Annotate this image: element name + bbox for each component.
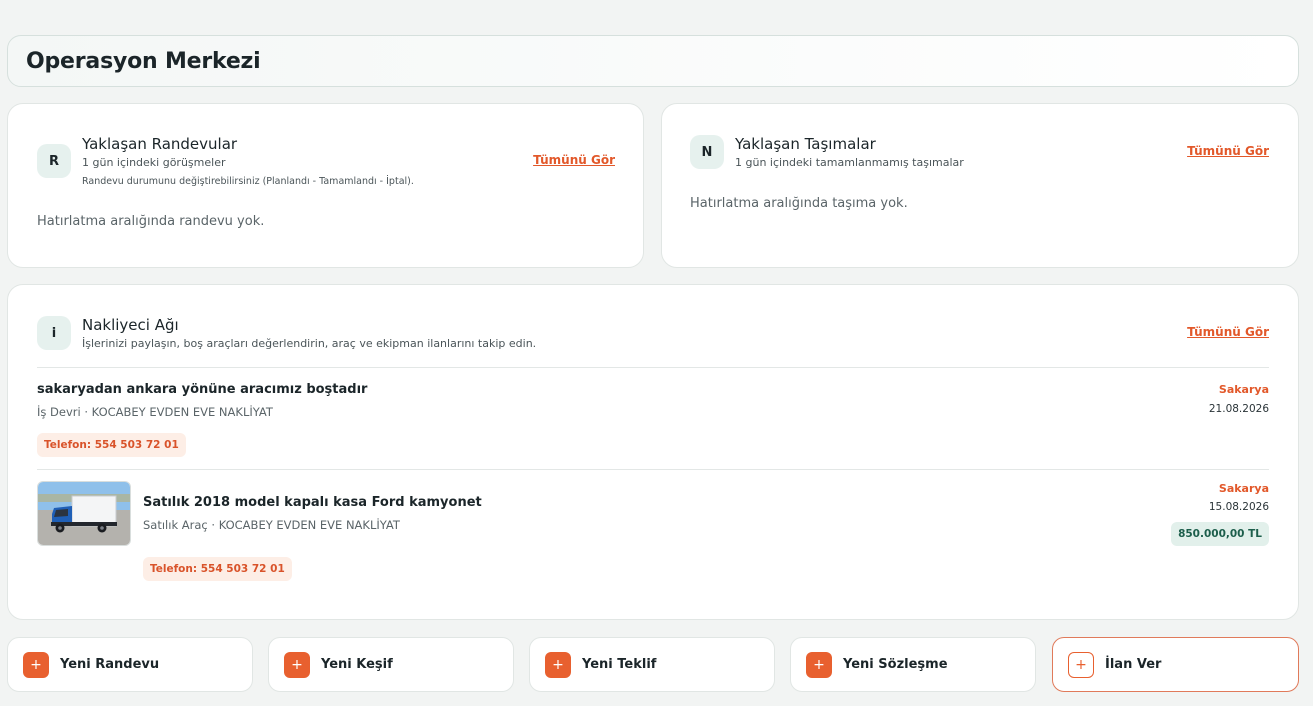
action-label: Yeni Teklif: [582, 657, 657, 672]
appointments-see-all-link[interactable]: Tümünü Gör: [533, 153, 615, 167]
appointments-subtitle: 1 gün içindeki görüşmeler: [82, 156, 226, 169]
network-card: i Nakliyeci Ağı İşlerinizi paylaşın, boş…: [7, 284, 1299, 620]
post-date: 21.08.2026: [1208, 403, 1269, 415]
network-badge: i: [37, 316, 71, 350]
network-see-all-link[interactable]: Tümünü Gör: [1187, 325, 1269, 339]
post-meta: İş Devri · KOCABEY EVDEN EVE NAKLİYAT: [37, 405, 273, 419]
appointments-card: R Yaklaşan Randevular 1 gün içindeki gör…: [7, 103, 644, 268]
phone-badge[interactable]: Telefon: 554 503 72 01: [143, 557, 292, 581]
shipments-badge: N: [690, 135, 724, 169]
phone-badge[interactable]: Telefon: 554 503 72 01: [37, 433, 186, 457]
new-survey-button[interactable]: + Yeni Keşif: [268, 637, 514, 692]
appointments-badge: R: [37, 144, 71, 178]
post-listing-button[interactable]: + İlan Ver: [1052, 637, 1299, 692]
shipments-see-all-link[interactable]: Tümünü Gör: [1187, 144, 1269, 158]
new-quote-button[interactable]: + Yeni Teklif: [529, 637, 775, 692]
plus-icon: +: [545, 651, 571, 678]
post-title[interactable]: Satılık 2018 model kapalı kasa Ford kamy…: [143, 495, 482, 510]
divider: [37, 367, 1269, 368]
shipments-card: N Yaklaşan Taşımalar 1 gün içindeki tama…: [661, 103, 1299, 268]
new-appointment-button[interactable]: + Yeni Randevu: [7, 637, 253, 692]
network-subtitle: İşlerinizi paylaşın, boş araçları değerl…: [82, 337, 537, 350]
action-label: İlan Ver: [1105, 657, 1162, 672]
new-contract-button[interactable]: + Yeni Sözleşme: [790, 637, 1036, 692]
plus-icon: +: [284, 651, 310, 678]
divider: [37, 469, 1269, 470]
shipments-title: Yaklaşan Taşımalar: [735, 135, 876, 153]
action-label: Yeni Randevu: [60, 657, 160, 672]
plus-icon: +: [1068, 651, 1094, 678]
appointments-title: Yaklaşan Randevular: [82, 135, 238, 153]
plus-icon: +: [23, 651, 49, 678]
plus-icon: +: [806, 651, 832, 678]
shipments-subtitle: 1 gün içindeki tamamlanmamış taşımalar: [735, 156, 964, 169]
truck-image: [38, 482, 130, 545]
post-city: Sakarya: [1218, 482, 1269, 495]
post-title[interactable]: sakaryadan ankara yönüne aracımız boştad…: [37, 382, 367, 397]
appointments-empty-text: Hatırlatma aralığında randevu yok.: [37, 214, 265, 229]
price-badge: 850.000,00 TL: [1171, 522, 1269, 546]
action-label: Yeni Keşif: [321, 657, 393, 672]
shipments-empty-text: Hatırlatma aralığında taşıma yok.: [690, 196, 908, 211]
post-city: Sakarya: [1218, 383, 1269, 396]
network-title: Nakliyeci Ağı: [82, 316, 179, 334]
action-label: Yeni Sözleşme: [843, 657, 948, 672]
page-header: Operasyon Merkezi: [7, 35, 1299, 87]
appointments-hint: Randevu durumunu değiştirebilirsiniz (Pl…: [82, 176, 414, 187]
post-date: 15.08.2026: [1208, 501, 1269, 513]
post-meta: Satılık Araç · KOCABEY EVDEN EVE NAKLİYA…: [143, 518, 400, 532]
truck-photo-thumbnail[interactable]: [37, 481, 131, 546]
page-title: Operasyon Merkezi: [26, 48, 261, 74]
